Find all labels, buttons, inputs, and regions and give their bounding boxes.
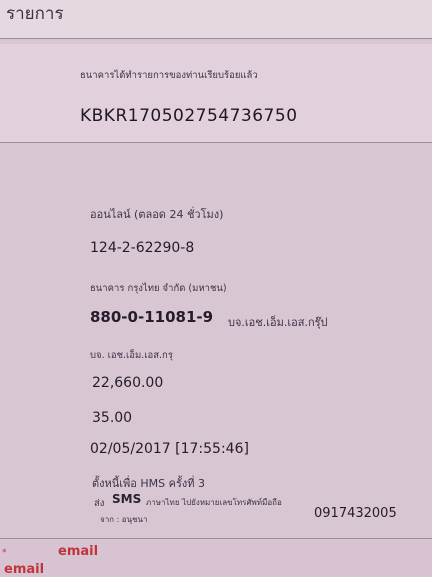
footer-email-1: email bbox=[58, 544, 99, 559]
fee-amount: 35.00 bbox=[92, 410, 133, 426]
to-account-name: บจ.เอช.เอ็ม.เอส.กรุ๊ป bbox=[228, 316, 328, 329]
sender-name: จาก : อนุชนา bbox=[100, 515, 148, 524]
sms-label: SMS bbox=[112, 492, 142, 506]
footer-notes: * email email bbox=[0, 540, 432, 577]
recipient-name: บจ. เอช.เอ็ม.เอส.กรุ bbox=[90, 350, 173, 361]
service-label: ออนไลน์ (ตลอด 24 ชั่วโมง) bbox=[90, 208, 224, 221]
header-bar: รายการ bbox=[0, 0, 432, 38]
page-title: รายการ bbox=[6, 4, 64, 24]
footer-email-2: email bbox=[4, 562, 45, 577]
confirmation-panel: ธนาคารได้ทำรายการของท่านเรียบร้อยแล้ว KB… bbox=[0, 44, 432, 142]
confirmation-message: ธนาคารได้ทำรายการของท่านเรียบร้อยแล้ว bbox=[80, 70, 258, 81]
transaction-datetime: 02/05/2017 [17:55:46] bbox=[90, 441, 249, 457]
sms-text: ภาษาไทย ไปยังหมายเลขโทรศัพท์มือถือ bbox=[146, 498, 282, 507]
header-divider bbox=[0, 38, 432, 39]
to-account: 880-0-11081-9 bbox=[90, 308, 214, 326]
phone-number: 0917432005 bbox=[314, 506, 397, 521]
panel-divider bbox=[0, 142, 432, 143]
bank-name: ธนาคาร กรุงไทย จำกัด (มหาชน) bbox=[90, 283, 227, 294]
footer-divider bbox=[0, 538, 432, 539]
reference-number: KBKR170502754736750 bbox=[80, 106, 298, 126]
sms-prefix: ส่ง bbox=[94, 498, 105, 509]
transfer-amount: 22,660.00 bbox=[92, 375, 164, 391]
from-account: 124-2-62290-8 bbox=[90, 240, 195, 256]
memo: ตั้งหนี้เพื่อ HMS ครั้งที่ 3 bbox=[92, 477, 206, 490]
